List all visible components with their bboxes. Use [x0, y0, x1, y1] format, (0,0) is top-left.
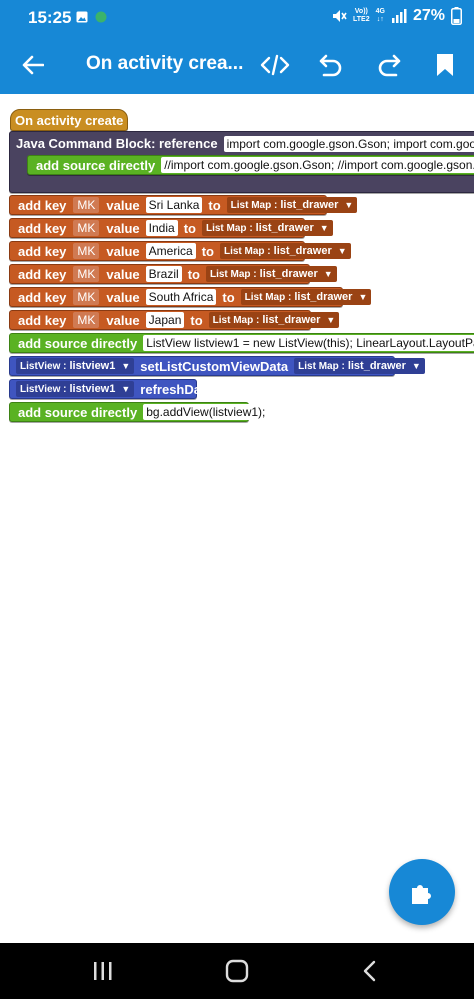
value-field[interactable]: America	[145, 243, 196, 259]
chevron-down-icon: ▼	[344, 200, 354, 210]
key-field[interactable]: MK	[73, 289, 100, 305]
app-notification-icon	[95, 11, 107, 23]
list-map-dropdown[interactable]: List Map : list_drawer ▼	[208, 312, 340, 328]
add-source-block-2[interactable]: add source directly bg.addView(listview1…	[9, 402, 269, 422]
key-field[interactable]: MK	[73, 243, 100, 259]
source-input-2[interactable]: bg.addView(listview1);	[143, 404, 269, 420]
key-field[interactable]: MK	[73, 220, 100, 236]
add-source-block-1[interactable]: add source directly ListView listview1 =…	[9, 333, 474, 353]
redo-icon	[378, 54, 401, 77]
add-key-block[interactable]: add key MK value Sri Lanka to List Map : list_…	[9, 195, 358, 215]
list-map-dropdown[interactable]: List Map : list_drawer ▼	[240, 289, 372, 305]
undo-icon	[319, 54, 342, 77]
mute-icon	[333, 10, 347, 22]
chevron-down-icon: ▼	[319, 223, 329, 233]
bookmark-button[interactable]	[428, 48, 462, 82]
app-bar: On activity crea...	[0, 36, 474, 94]
undo-button[interactable]	[314, 48, 348, 82]
home-button[interactable]	[222, 957, 252, 985]
java-command-input[interactable]: import com.google.gson.Gson; import com.…	[223, 136, 474, 152]
puzzle-icon	[412, 885, 431, 904]
add-key-block[interactable]: add key MK value South Africa to List Map : li…	[9, 287, 372, 307]
back-icon	[363, 960, 376, 982]
listview-dropdown[interactable]: ListView : listview1 ▼	[16, 381, 135, 397]
back-arrow-icon	[22, 55, 44, 75]
block-editor-canvas[interactable]: On activity create Java Command Block: r…	[0, 94, 474, 942]
list-map-dropdown[interactable]: List Map : list_drawer ▼	[226, 197, 358, 213]
battery-icon	[451, 7, 462, 25]
value-field[interactable]: Sri Lanka	[145, 197, 203, 213]
inner-add-source-block[interactable]: add source directly //import com.google.…	[27, 155, 474, 175]
bookmark-icon	[437, 54, 453, 76]
chevron-down-icon: ▼	[326, 315, 336, 325]
value-field[interactable]: Japan	[145, 312, 185, 328]
list-map-dropdown[interactable]: List Map : list_drawer ▼	[294, 358, 425, 374]
add-block-fab[interactable]	[389, 859, 455, 925]
battery-percent: 27%	[412, 7, 445, 24]
add-key-block[interactable]: add key MK value India to List Map : list_draw…	[9, 218, 333, 238]
back-button[interactable]	[16, 48, 50, 82]
navigation-bar	[0, 943, 474, 999]
source-input-1[interactable]: ListView listview1 = new ListView(this);…	[143, 335, 474, 351]
refresh-data-block[interactable]: ListView : listview1 ▼ refreshData	[9, 379, 213, 399]
gallery-notification-icon	[76, 11, 88, 23]
inner-source-input[interactable]: //import com.google.gson.Gson; //import …	[161, 157, 474, 173]
signal-icon	[391, 9, 407, 23]
value-field[interactable]: South Africa	[145, 289, 217, 305]
key-field[interactable]: MK	[73, 312, 100, 328]
event-block[interactable]: On activity create	[10, 109, 129, 131]
network-type-indicator: 4G ↓↑	[375, 8, 385, 23]
value-field[interactable]: Brazil	[145, 266, 182, 282]
recents-button[interactable]	[88, 957, 118, 985]
home-icon	[225, 959, 249, 983]
chevron-down-icon: ▼	[358, 292, 368, 302]
listview-dropdown[interactable]: ListView : listview1 ▼	[16, 358, 135, 374]
add-key-block[interactable]: add key MK value America to List Map : list_dr…	[9, 241, 351, 261]
code-icon	[260, 54, 290, 76]
chevron-down-icon: ▼	[323, 269, 333, 279]
add-key-block[interactable]: add key MK value Brazil to List Map : list_dra…	[9, 264, 337, 284]
redo-button[interactable]	[372, 48, 406, 82]
volte-indicator: Vo)) LTE2	[353, 8, 370, 23]
list-map-dropdown[interactable]: List Map : list_drawer ▼	[205, 266, 337, 282]
chevron-down-icon: ▼	[337, 246, 347, 256]
key-field[interactable]: MK	[73, 266, 100, 282]
recents-icon	[94, 962, 112, 980]
list-map-dropdown[interactable]: List Map : list_drawer ▼	[219, 243, 351, 259]
status-time: 15:25	[28, 8, 72, 27]
source-code-button[interactable]	[258, 48, 292, 82]
add-key-block[interactable]: add key MK value Japan to List Map : list_draw…	[9, 310, 340, 330]
value-field[interactable]: India	[145, 220, 178, 236]
key-field[interactable]: MK	[73, 197, 100, 213]
status-bar: 15:25 Vo)) LTE2 4G ↓↑ 27%	[0, 0, 474, 36]
list-map-dropdown[interactable]: List Map : list_drawer ▼	[201, 220, 333, 236]
set-list-custom-view-data-block[interactable]: ListView : listview1 ▼ setListCustomViewDa…	[9, 356, 425, 376]
system-back-button[interactable]	[354, 957, 384, 985]
page-title: On activity crea...	[86, 53, 244, 74]
